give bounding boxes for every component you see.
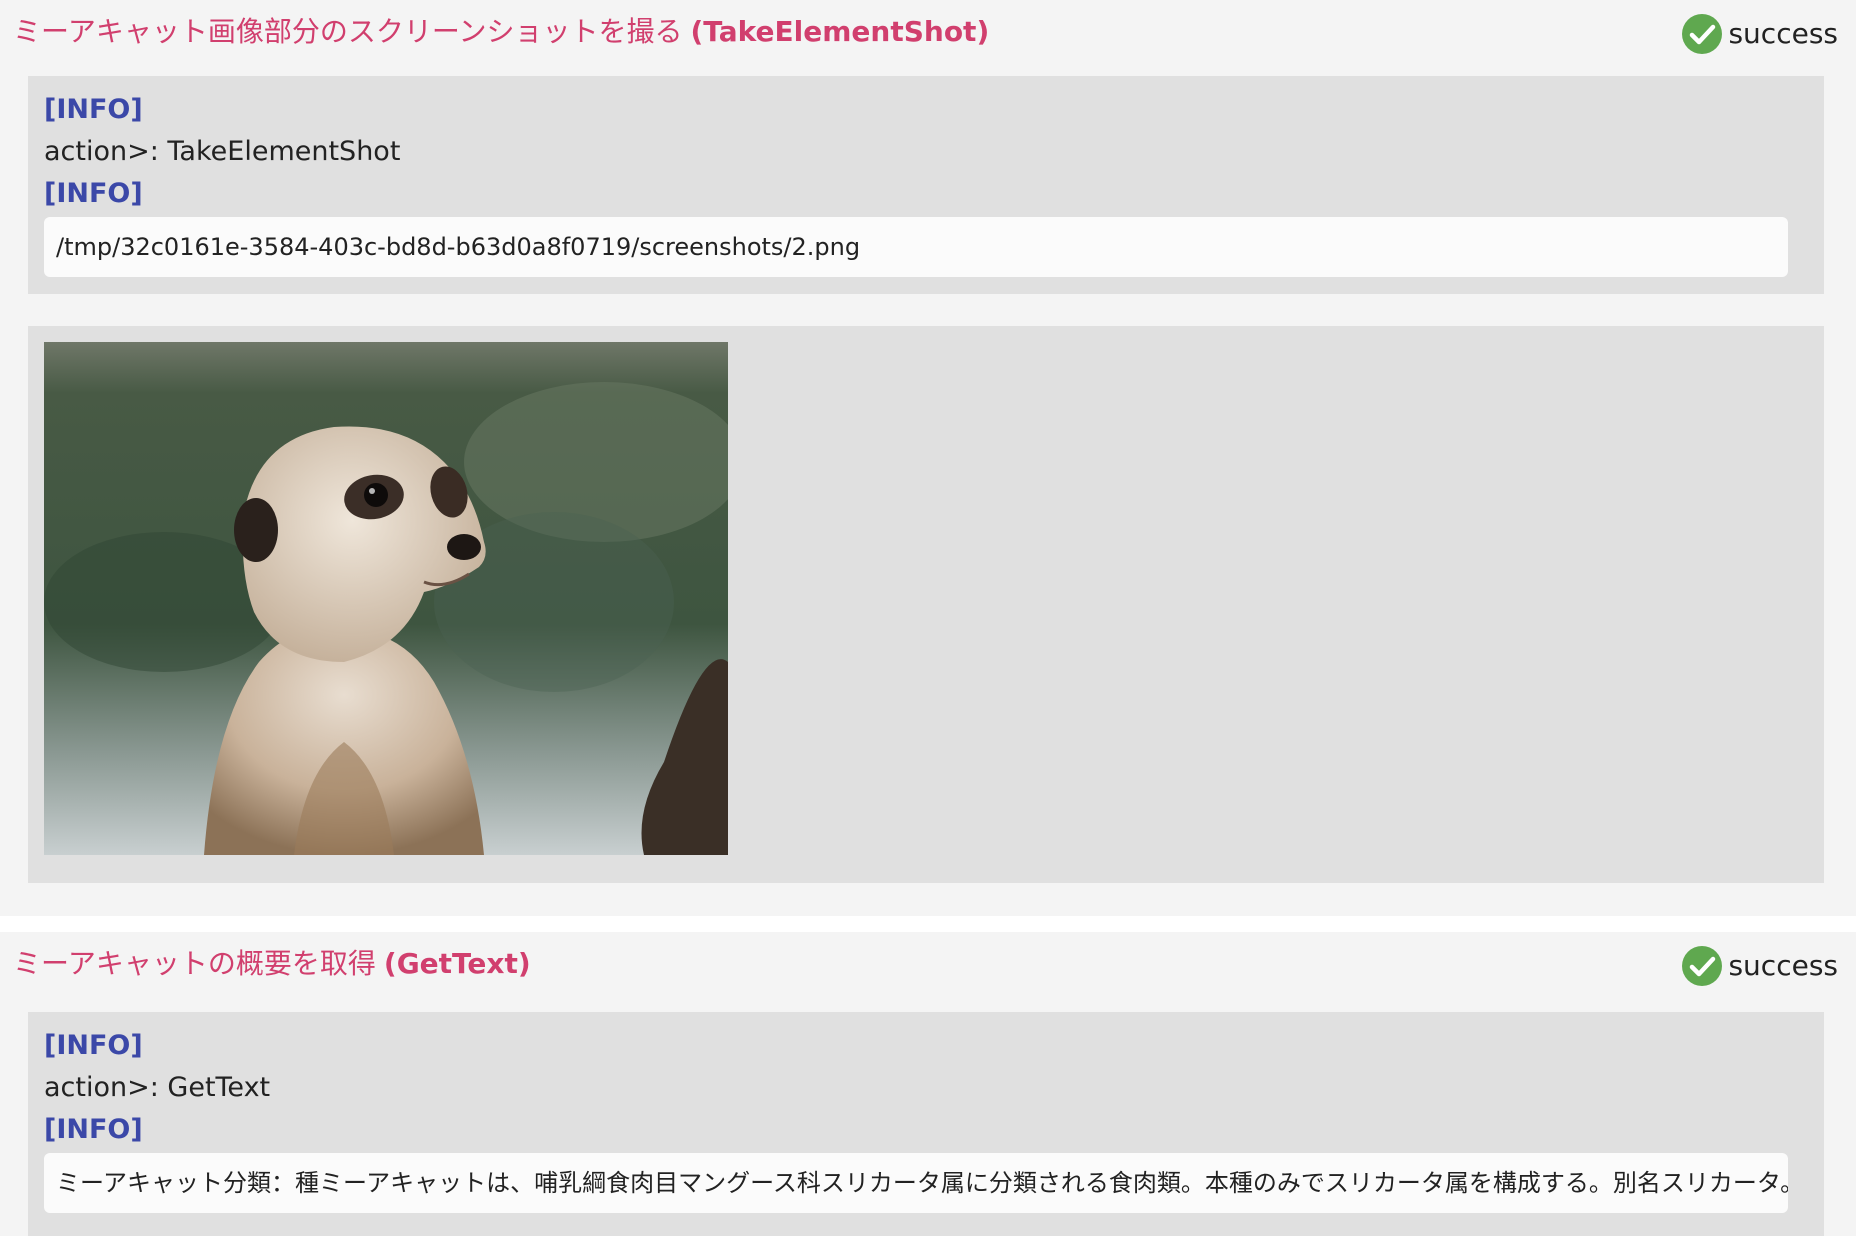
- step-title-text: ミーアキャットの概要を取得: [13, 947, 376, 980]
- log-tag: [INFO]: [44, 1030, 143, 1061]
- log-action: action>: GetText: [44, 1072, 271, 1103]
- check-circle-icon: [1682, 946, 1723, 986]
- log-output[interactable]: /tmp/32c0161e-3584-403c-bd8d-b63d0a8f071…: [44, 217, 1788, 277]
- step-title-text: ミーアキャット画像部分のスクリーンショットを撮る: [13, 15, 683, 48]
- step-take-element-shot: ミーアキャット画像部分のスクリーンショットを撮る (TakeElementShot…: [0, 0, 1856, 916]
- status-label: success: [1728, 17, 1838, 50]
- log-action: action>: TakeElementShot: [44, 136, 401, 167]
- step-title-code: (TakeElementShot): [690, 15, 990, 48]
- log-output[interactable]: ミーアキャット分類：種ミーアキャットは、哺乳綱食肉目マングース科スリカータ属に分…: [44, 1153, 1788, 1213]
- step-title[interactable]: ミーアキャットの概要を取得 (GetText): [13, 946, 531, 982]
- log-output-text: ミーアキャット分類：種ミーアキャットは、哺乳綱食肉目マングース科スリカータ属に分…: [56, 1169, 1788, 1197]
- screenshot-panel: [28, 326, 1824, 883]
- step-header: ミーアキャット画像部分のスクリーンショットを撮る (TakeElementShot…: [0, 0, 1856, 64]
- status-indicator: success: [1682, 14, 1838, 54]
- log-output-text: /tmp/32c0161e-3584-403c-bd8d-b63d0a8f071…: [56, 233, 861, 261]
- log-panel: [INFO] action>: GetText [INFO] ミーアキャット分類…: [28, 1012, 1824, 1236]
- log-panel: [INFO] action>: TakeElementShot [INFO] /…: [28, 76, 1824, 294]
- step-header: ミーアキャットの概要を取得 (GetText) success: [0, 932, 1856, 996]
- log-tag: [INFO]: [44, 1114, 143, 1145]
- status-label: success: [1728, 949, 1838, 982]
- step-title[interactable]: ミーアキャット画像部分のスクリーンショットを撮る (TakeElementShot…: [13, 14, 989, 50]
- log-tag: [INFO]: [44, 94, 143, 125]
- step-separator: [0, 916, 1856, 932]
- step-title-code: (GetText): [383, 947, 531, 980]
- check-circle-icon: [1682, 14, 1723, 54]
- log-tag: [INFO]: [44, 178, 143, 209]
- step-get-text: ミーアキャットの概要を取得 (GetText) success [INFO] ac…: [0, 932, 1856, 1236]
- status-indicator: success: [1682, 946, 1838, 986]
- meerkat-photo: [44, 342, 728, 855]
